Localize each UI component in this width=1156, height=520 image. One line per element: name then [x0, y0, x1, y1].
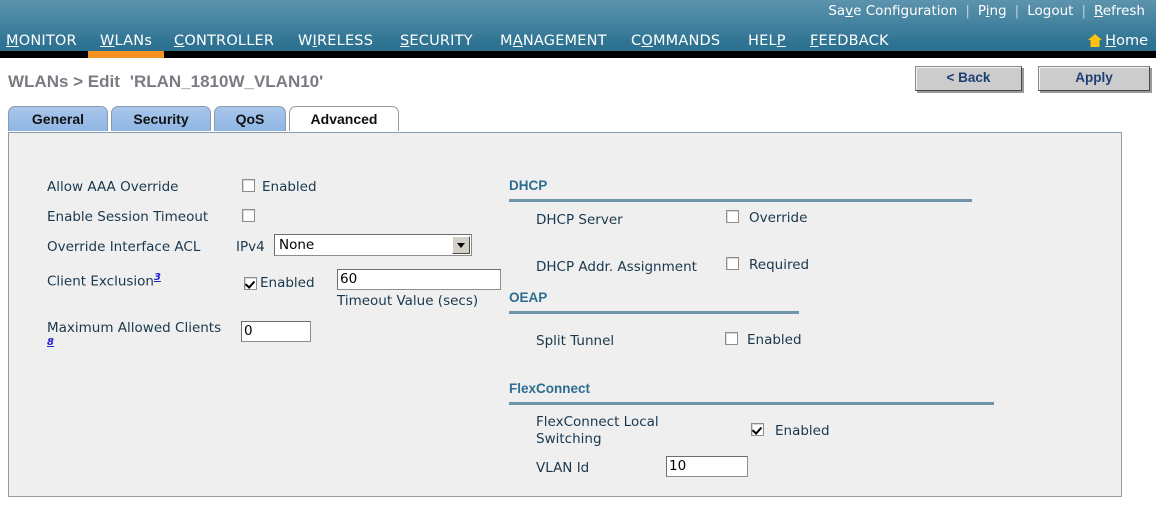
client-exclusion-label-text: Client Exclusion — [47, 273, 154, 290]
dhcp-addr-assignment-label: DHCP Addr. Assignment — [536, 259, 697, 275]
oeap-section-rule — [509, 311, 799, 314]
link-separator: | — [965, 3, 970, 19]
menubar-underline — [0, 51, 1156, 58]
dhcp-server-label: DHCP Server — [536, 212, 623, 228]
dhcp-server-override-label: Override — [749, 210, 808, 226]
dhcp-section-title: DHCP — [509, 178, 548, 193]
dhcp-addr-assignment-required-label: Required — [749, 257, 810, 273]
allow-aaa-override-label: Allow AAA Override — [47, 179, 179, 195]
menu-item-management[interactable]: MANAGEMENT — [500, 33, 607, 49]
link-separator: | — [1081, 3, 1086, 19]
menu-item-wlans[interactable]: WLANs — [100, 33, 152, 49]
menu-item-help[interactable]: HELP — [748, 33, 786, 49]
dhcp-addr-assignment-required-checkbox[interactable] — [726, 257, 739, 270]
ping-link[interactable]: Ping — [975, 3, 1010, 19]
dhcp-server-override-checkbox[interactable] — [726, 210, 739, 223]
flexconnect-section-title: FlexConnect — [509, 381, 591, 396]
flexconnect-local-switching-checkbox[interactable] — [751, 423, 764, 436]
menu-item-controller[interactable]: CONTROLLER — [174, 33, 274, 49]
tab-qos[interactable]: QoS — [214, 106, 286, 131]
menu-item-feedback[interactable]: FEEDBACK — [810, 33, 889, 49]
menu-item-wireless[interactable]: WIRELESS — [298, 33, 373, 49]
enable-session-timeout-label: Enable Session Timeout — [47, 209, 209, 225]
apply-button[interactable]: Apply — [1038, 66, 1150, 91]
client-exclusion-footnote-link[interactable]: 3 — [154, 272, 161, 283]
override-interface-acl-label: Override Interface ACL — [47, 239, 201, 255]
split-tunnel-enabled-label: Enabled — [747, 332, 802, 348]
ipv4-acl-selected-value: None — [279, 237, 315, 253]
active-menu-indicator — [88, 51, 164, 58]
top-header: Save Configuration | Ping | Logout | Refresh M… — [0, 0, 1156, 58]
oeap-section-title: OEAP — [509, 290, 548, 305]
home-link[interactable]: Home — [1088, 33, 1148, 51]
tab-security[interactable]: Security — [111, 106, 211, 131]
flexconnect-section-rule — [509, 402, 994, 405]
split-tunnel-label: Split Tunnel — [536, 333, 615, 349]
save-configuration-link[interactable]: Save Configuration — [825, 3, 960, 19]
allow-aaa-override-checkbox-label: Enabled — [262, 179, 317, 195]
wlan-name: 'RLAN_1810W_VLAN10' — [129, 72, 324, 91]
client-exclusion-timeout-input[interactable]: 60 — [337, 269, 501, 290]
enable-session-timeout-checkbox[interactable] — [242, 209, 255, 222]
client-exclusion-checkbox[interactable] — [244, 277, 257, 290]
home-icon — [1088, 34, 1103, 51]
refresh-link[interactable]: Refresh — [1091, 3, 1148, 19]
menu-item-monitor[interactable]: MONITOR — [6, 33, 77, 49]
vlan-id-input[interactable]: 10 — [666, 456, 748, 477]
menu-item-commands[interactable]: COMMANDS — [631, 33, 720, 49]
back-button[interactable]: < Back — [915, 66, 1022, 91]
client-exclusion-checkbox-label: Enabled — [260, 275, 315, 291]
advanced-settings-panel: Allow AAA Override Enabled Enable Sessio… — [8, 132, 1122, 497]
page-title: WLANs > Edit 'RLAN_1810W_VLAN10' — [8, 72, 323, 92]
split-tunnel-enabled-checkbox[interactable] — [725, 332, 738, 345]
chevron-down-icon[interactable] — [452, 236, 470, 254]
link-separator: | — [1014, 3, 1020, 19]
client-exclusion-label: Client Exclusion3 — [47, 272, 161, 290]
ipv4-label: IPv4 — [236, 239, 265, 255]
maximum-allowed-clients-label-text: Maximum Allowed Clients — [47, 320, 222, 336]
page-title-row: WLANs > Edit 'RLAN_1810W_VLAN10' < Back A… — [0, 58, 1156, 106]
menu-item-security[interactable]: SECURITY — [400, 33, 473, 49]
flexconnect-local-switching-label: FlexConnect Local Switching — [536, 414, 659, 447]
ipv4-acl-select[interactable]: None — [274, 234, 472, 256]
dhcp-section-rule — [509, 199, 972, 202]
header-utility-links: Save Configuration | Ping | Logout | Refresh — [825, 3, 1148, 19]
maximum-allowed-clients-footnote-link[interactable]: 8 — [47, 337, 237, 348]
vlan-id-label: VLAN Id — [536, 460, 590, 476]
tab-general[interactable]: General — [8, 106, 108, 131]
logout-link[interactable]: Logout — [1024, 3, 1076, 19]
breadcrumb: WLANs > Edit — [8, 72, 120, 91]
maximum-allowed-clients-label: Maximum Allowed Clients 8 — [47, 320, 237, 348]
maximum-allowed-clients-input[interactable]: 0 — [241, 321, 311, 342]
tab-advanced[interactable]: Advanced — [289, 106, 399, 131]
flexconnect-local-switching-checkbox-label: Enabled — [775, 423, 830, 439]
timeout-value-caption: Timeout Value (secs) — [337, 293, 479, 309]
tab-bar: General Security QoS Advanced — [8, 106, 1156, 132]
allow-aaa-override-checkbox[interactable] — [242, 179, 255, 192]
